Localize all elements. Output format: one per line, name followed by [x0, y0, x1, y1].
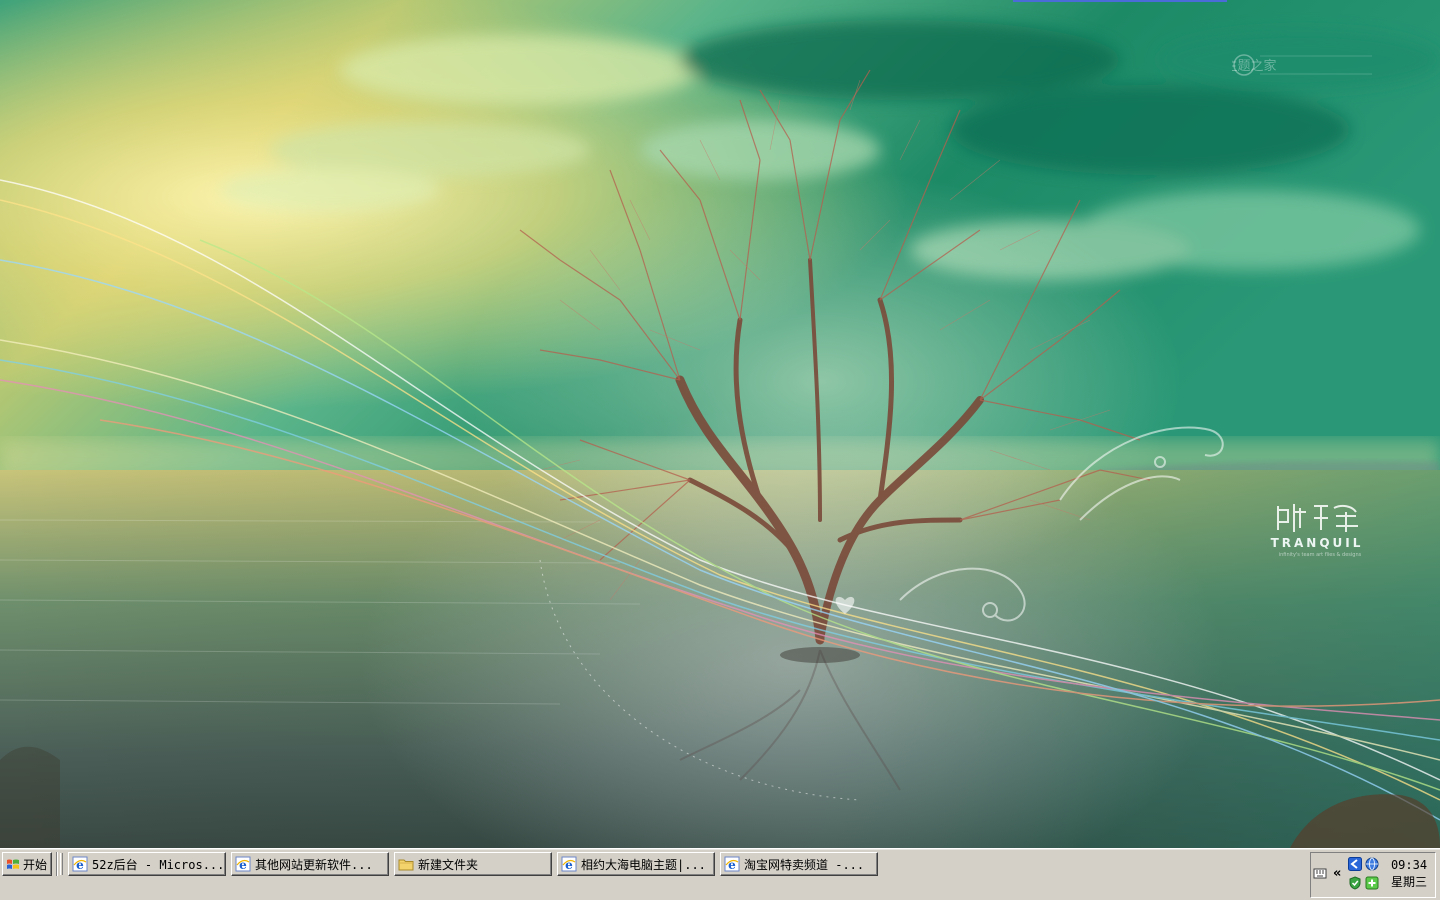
task-button-52z-admin[interactable]: e 52z后台 - Micros...	[68, 852, 226, 876]
svg-text:@主题之家: @主题之家	[1232, 58, 1277, 74]
task-label: 相约大海电脑主题|...	[581, 857, 706, 872]
folder-icon	[398, 859, 414, 871]
start-button[interactable]: 开始	[2, 852, 52, 876]
ie-icon: e	[724, 856, 740, 872]
taskbar: 开始 e 52z后台 - Micros... e 其他网站更新软件... 新建文…	[0, 848, 1440, 900]
wallpaper-brand-name: TRANQUIL	[1270, 536, 1364, 550]
task-label: 新建文件夹	[418, 857, 479, 872]
network-back-icon[interactable]	[1348, 857, 1362, 871]
taskbar-separator	[56, 852, 58, 876]
show-hidden-icons-button[interactable]: «	[1333, 866, 1343, 881]
keyboard-icon[interactable]	[1313, 866, 1327, 880]
ie-icon: e	[72, 856, 88, 872]
clock-weekday[interactable]: 星期三	[1382, 874, 1436, 891]
security-shield-icon[interactable]	[1348, 876, 1362, 890]
ie-icon: e	[561, 856, 577, 872]
task-label: 其他网站更新软件...	[255, 857, 373, 872]
watermark-logo: @主题之家	[1232, 54, 1372, 76]
antivirus-plus-icon[interactable]	[1365, 876, 1379, 890]
globe-icon[interactable]	[1365, 857, 1379, 871]
wallpaper-brand-subtitle: infinity's team art flies & designs	[1278, 552, 1362, 558]
task-button-other-sites[interactable]: e 其他网站更新软件...	[231, 852, 389, 876]
task-button-sea-theme[interactable]: e 相约大海电脑主题|...	[557, 852, 715, 876]
wallpaper-image	[0, 0, 1440, 848]
task-label: 淘宝网特卖频道 -...	[744, 857, 865, 872]
task-button-taobao[interactable]: e 淘宝网特卖频道 -...	[720, 852, 878, 876]
brand-calligraphy-logo	[1277, 504, 1358, 532]
screen-edge-strip	[1013, 0, 1227, 2]
start-label: 开始	[23, 857, 48, 872]
taskbar-grip[interactable]	[60, 853, 63, 875]
desktop-wallpaper[interactable]: @主题之家 TRANQUIL infinity's team art flies…	[0, 0, 1440, 848]
task-label: 52z后台 - Micros...	[92, 857, 225, 872]
clock-time[interactable]: 09:34	[1382, 857, 1436, 874]
windows-flag-icon	[7, 859, 19, 869]
task-button-new-folder[interactable]: 新建文件夹	[394, 852, 552, 876]
ie-icon: e	[235, 856, 251, 872]
